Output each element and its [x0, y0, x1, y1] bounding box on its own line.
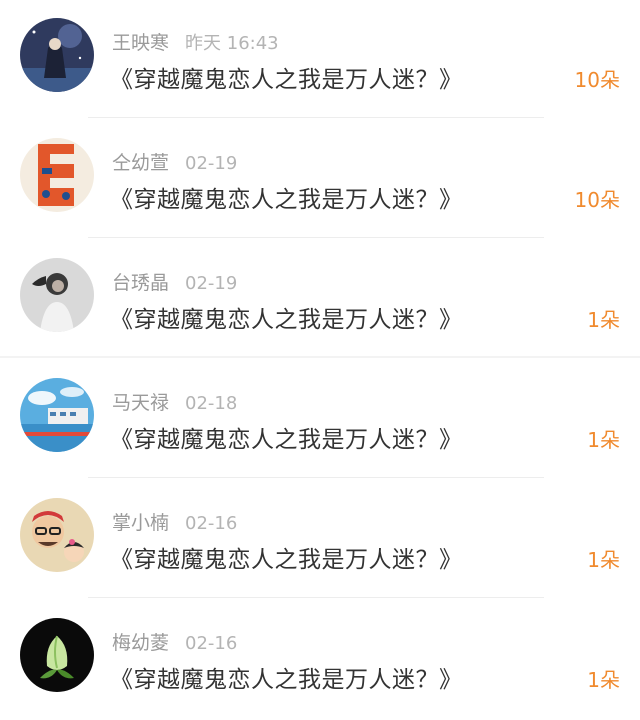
list-item[interactable]: 台琇晶 02-19 《穿越魔鬼恋人之我是万人迷？》 1朵	[0, 240, 640, 360]
list-item[interactable]: 仝幼萱 02-19 《穿越魔鬼恋人之我是万人迷？》 10朵	[0, 120, 640, 240]
user-name[interactable]: 梅幼菱	[112, 632, 169, 654]
portrait-woman-avatar[interactable]	[20, 258, 94, 332]
book-title[interactable]: 《穿越魔鬼恋人之我是万人迷？》	[110, 540, 463, 574]
divider	[88, 237, 544, 238]
letter-e-avatar[interactable]	[20, 138, 94, 212]
list-item[interactable]: 梅幼菱 02-16 《穿越魔鬼恋人之我是万人迷？》 1朵	[0, 600, 640, 720]
book-title[interactable]: 《穿越魔鬼恋人之我是万人迷？》	[110, 660, 463, 694]
user-name[interactable]: 掌小楠	[112, 512, 169, 534]
record-time: 02-19	[185, 153, 238, 174]
book-title[interactable]: 《穿越魔鬼恋人之我是万人迷？》	[110, 60, 463, 94]
man-and-child-avatar[interactable]	[20, 498, 94, 572]
divider	[88, 117, 544, 118]
record-time: 02-18	[185, 393, 238, 414]
section-separator	[0, 356, 640, 358]
gift-count: 1朵	[587, 548, 620, 572]
record-time: 昨天 16:43	[185, 33, 279, 54]
gift-record-list: 王映寒 昨天 16:43 《穿越魔鬼恋人之我是万人迷？》 10朵 仝幼萱 02-19…	[0, 0, 640, 710]
book-title[interactable]: 《穿越魔鬼恋人之我是万人迷？》	[110, 300, 463, 334]
list-item[interactable]: 马天禄 02-18 《穿越魔鬼恋人之我是万人迷？》 1朵	[0, 360, 640, 480]
record-time: 02-16	[185, 633, 238, 654]
record-time: 02-16	[185, 513, 238, 534]
user-name[interactable]: 马天禄	[112, 392, 169, 414]
list-item[interactable]: 王映寒 昨天 16:43 《穿越魔鬼恋人之我是万人迷？》 10朵	[0, 0, 640, 120]
flower-bud-avatar[interactable]	[20, 618, 94, 692]
user-name[interactable]: 台琇晶	[112, 272, 169, 294]
user-name[interactable]: 王映寒	[112, 32, 169, 54]
night-sky-girl-avatar[interactable]	[20, 18, 94, 92]
divider	[88, 597, 544, 598]
gift-count: 10朵	[574, 68, 620, 92]
gift-count: 10朵	[574, 188, 620, 212]
gift-count: 1朵	[587, 668, 620, 692]
book-title[interactable]: 《穿越魔鬼恋人之我是万人迷？》	[110, 180, 463, 214]
record-time: 02-19	[185, 273, 238, 294]
list-item[interactable]: 掌小楠 02-16 《穿越魔鬼恋人之我是万人迷？》 1朵	[0, 480, 640, 600]
book-title[interactable]: 《穿越魔鬼恋人之我是万人迷？》	[110, 420, 463, 454]
gift-count: 1朵	[587, 428, 620, 452]
gift-count: 1朵	[587, 308, 620, 332]
divider	[88, 477, 544, 478]
user-name[interactable]: 仝幼萱	[112, 152, 169, 174]
seaside-building-avatar[interactable]	[20, 378, 94, 452]
